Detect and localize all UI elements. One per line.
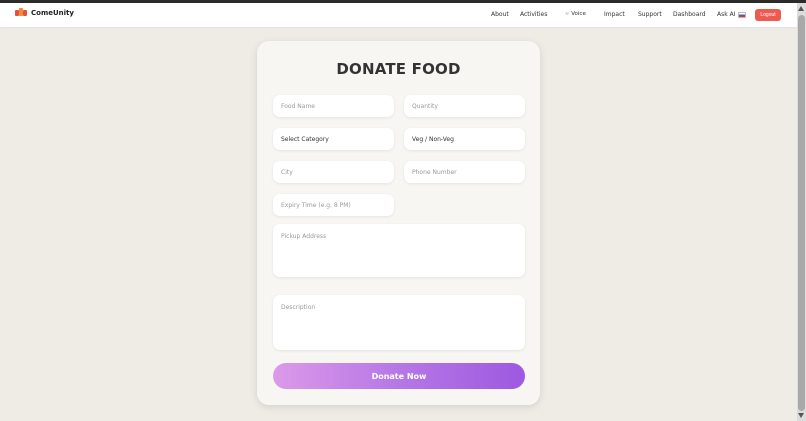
- pickup-address-textarea[interactable]: Pickup Address: [273, 224, 525, 277]
- food-name-input[interactable]: Food Name: [273, 95, 394, 117]
- scrollbar[interactable]: [797, 3, 806, 421]
- scroll-thumb[interactable]: [798, 15, 805, 411]
- nav-about[interactable]: About: [491, 11, 509, 18]
- navbar: ComeUnity About Activities ≈ Voice Impact…: [0, 3, 797, 27]
- description-textarea[interactable]: Description: [273, 295, 525, 350]
- expiry-time-input[interactable]: Expiry Time (e.g. 8 PM): [273, 194, 394, 216]
- quantity-input[interactable]: Quantity: [404, 95, 525, 117]
- page-title: DONATE FOOD: [336, 60, 461, 78]
- nav-voice[interactable]: ≈ Voice: [565, 11, 586, 17]
- phone-input[interactable]: Phone Number: [404, 161, 525, 183]
- nav-activities[interactable]: Activities: [520, 11, 547, 18]
- nav-ask-ai-label: Ask AI: [717, 11, 736, 18]
- scroll-up-arrow-icon[interactable]: [798, 6, 804, 11]
- nav-voice-label: Voice: [571, 11, 586, 17]
- nav-dashboard[interactable]: Dashboard: [673, 11, 706, 18]
- donate-now-button[interactable]: Donate Now: [273, 363, 525, 389]
- nav-ask-ai[interactable]: Ask AI: [717, 11, 746, 18]
- veg-type-select[interactable]: Veg / Non-Veg: [404, 128, 525, 150]
- nav-support[interactable]: Support: [638, 11, 662, 18]
- category-select[interactable]: Select Category: [273, 128, 394, 150]
- nav-links: About Activities ≈ Voice Impact Support D…: [0, 3, 797, 27]
- city-input[interactable]: City: [273, 161, 394, 183]
- flag-icon: [737, 11, 746, 18]
- donate-food-card: DONATE FOOD Food Name Quantity Select Ca…: [257, 41, 540, 405]
- nav-impact[interactable]: Impact: [604, 11, 625, 18]
- sound-wave-icon: ≈: [565, 11, 570, 17]
- scroll-down-arrow-icon[interactable]: [798, 413, 804, 418]
- logout-button[interactable]: Logout: [755, 9, 781, 21]
